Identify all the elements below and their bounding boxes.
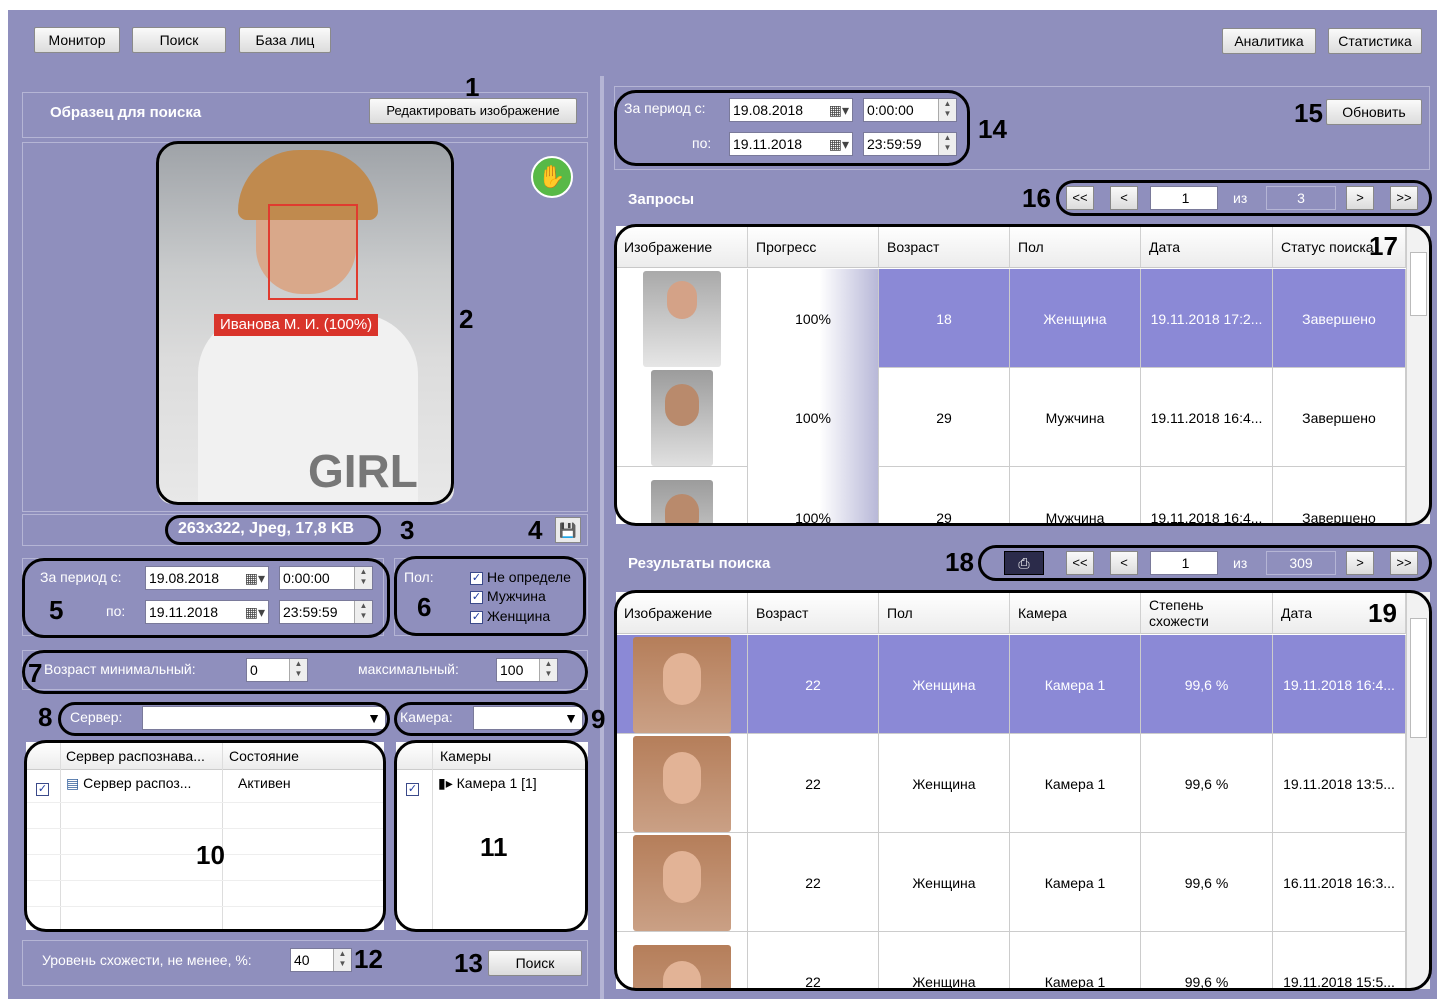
- callout-number: 7: [28, 658, 43, 688]
- callout-frame-18: [978, 545, 1432, 581]
- callout-number: 4: [528, 515, 543, 545]
- callout-frame-14: [614, 90, 970, 166]
- callout-number: 5: [49, 595, 64, 625]
- callout-number: 3: [400, 515, 415, 545]
- callout-frame-9: [394, 702, 588, 736]
- callout-frame-19: [614, 590, 1432, 991]
- callout-number: 15: [1294, 98, 1323, 128]
- refresh-button[interactable]: Обновить: [1326, 99, 1422, 125]
- results-title: Результаты поиска: [628, 555, 771, 572]
- callout-frame-2: [156, 141, 454, 505]
- callout-number: 8: [38, 702, 53, 732]
- callout-frame-5: [22, 558, 390, 638]
- save-image-icon[interactable]: 💾: [555, 517, 581, 543]
- callout-number: 13: [454, 948, 483, 978]
- callout-number: 10: [196, 840, 225, 870]
- callout-frame-7: [22, 650, 588, 694]
- callout-number: 19: [1368, 598, 1397, 628]
- callout-frame-16: [1056, 180, 1432, 216]
- monitor-button[interactable]: Монитор: [34, 27, 120, 53]
- search-tab-button[interactable]: Поиск: [132, 27, 226, 53]
- thumbs-up-icon: ✋: [531, 156, 573, 198]
- splitter[interactable]: [600, 76, 604, 999]
- sample-title: Образец для поиска: [50, 104, 202, 121]
- similarity-input[interactable]: 40 ▲ ▼: [290, 948, 352, 972]
- callout-number: 6: [417, 592, 432, 622]
- callout-number: 17: [1369, 231, 1398, 261]
- callout-number: 14: [978, 114, 1007, 144]
- similarity-value: 40: [294, 952, 310, 968]
- spin-icon[interactable]: ▲ ▼: [333, 949, 351, 971]
- callout-number: 1: [465, 72, 480, 102]
- callout-number: 9: [591, 704, 606, 734]
- callout-frame-3: [165, 515, 381, 545]
- callout-number: 2: [459, 304, 474, 334]
- callout-number: 16: [1022, 183, 1051, 213]
- callout-frame-10: [24, 740, 386, 932]
- statistics-button[interactable]: Статистика: [1328, 28, 1422, 54]
- callout-frame-8: [58, 702, 390, 736]
- callout-number: 18: [945, 547, 974, 577]
- callout-number: 11: [480, 832, 508, 862]
- face-db-button[interactable]: База лиц: [239, 27, 331, 53]
- search-button[interactable]: Поиск: [488, 950, 582, 976]
- callout-number: 12: [354, 944, 383, 974]
- requests-title: Запросы: [628, 191, 695, 208]
- similarity-label: Уровень схожести, не менее, %:: [42, 952, 252, 968]
- callout-frame-17: [614, 224, 1432, 526]
- app-window: Монитор Поиск База лиц Аналитика Статист…: [8, 10, 1437, 999]
- analytics-button[interactable]: Аналитика: [1222, 28, 1316, 54]
